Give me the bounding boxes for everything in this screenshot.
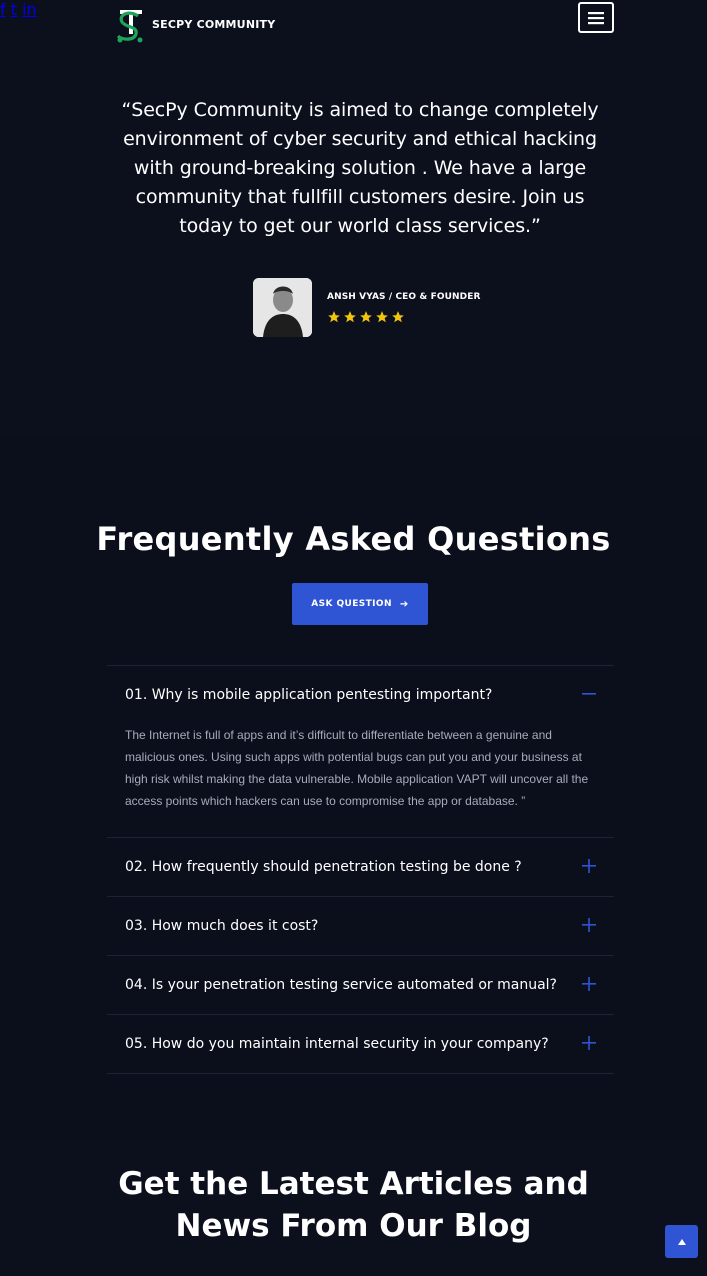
menu-button[interactable] [578, 2, 614, 33]
faq-title: Frequently Asked Questions [96, 520, 611, 558]
faq-question-text: 01. Why is mobile application pentesting… [125, 687, 493, 703]
faq-item: 05. How do you maintain internal securit… [107, 1015, 614, 1074]
blog-title: Get the Latest Articles and News From Ou… [0, 1163, 707, 1247]
blog-title-line2: News From Our Blog [175, 1208, 532, 1244]
logo-icon [116, 10, 143, 43]
plus-icon[interactable] [582, 977, 596, 991]
star-icon [376, 311, 388, 323]
testimonial-author: ANSH VYAS / CEO & FOUNDER [253, 278, 480, 337]
faq-question[interactable]: 01. Why is mobile application pentesting… [107, 666, 614, 724]
ask-question-button[interactable]: ASK QUESTION ➔ [292, 583, 428, 625]
faq-list: 01. Why is mobile application pentesting… [107, 665, 614, 1074]
arrow-right-icon: ➔ [399, 598, 409, 610]
faq-question[interactable]: 05. How do you maintain internal securit… [107, 1015, 614, 1073]
back-to-top-button[interactable] [665, 1225, 698, 1258]
faq-question-text: 03. How much does it cost? [125, 918, 319, 934]
hamburger-icon [588, 11, 604, 24]
arrow-up-icon [677, 1238, 686, 1245]
faq-question-text: 04. Is your penetration testing service … [125, 977, 557, 993]
rating-stars [327, 310, 480, 324]
star-icon [360, 311, 372, 323]
twitter-icon[interactable]: t [11, 0, 17, 19]
faq-item: 01. Why is mobile application pentesting… [107, 666, 614, 838]
plus-icon[interactable] [582, 1036, 596, 1050]
star-icon [344, 311, 356, 323]
blog-title-line1: Get the Latest Articles and [118, 1166, 589, 1202]
faq-item: 02. How frequently should penetration te… [107, 838, 614, 897]
faq-question-text: 05. How do you maintain internal securit… [125, 1036, 549, 1052]
star-icon [392, 311, 404, 323]
faq-question-text: 02. How frequently should penetration te… [125, 859, 522, 875]
faq-question[interactable]: 04. Is your penetration testing service … [107, 956, 614, 1014]
star-icon [328, 311, 340, 323]
logo-text: SECPY COMMUNITY [152, 17, 276, 31]
faq-item: 04. Is your penetration testing service … [107, 956, 614, 1015]
plus-icon[interactable] [582, 859, 596, 873]
facebook-icon[interactable]: f [0, 0, 6, 19]
author-name: ANSH VYAS / CEO & FOUNDER [327, 292, 481, 302]
site-header: SECPY COMMUNITY f t in [0, 0, 707, 50]
author-photo [253, 278, 312, 337]
logo[interactable]: SECPY COMMUNITY [112, 4, 275, 44]
testimonial-quote: “SecPy Community is aimed to change comp… [121, 99, 599, 237]
minus-icon[interactable] [582, 687, 596, 701]
plus-icon[interactable] [582, 918, 596, 932]
faq-item: 03. How much does it cost? [107, 897, 614, 956]
ask-question-label: ASK QUESTION [311, 599, 392, 609]
faq-question[interactable]: 02. How frequently should penetration te… [107, 838, 614, 896]
avatar [253, 278, 312, 337]
linkedin-icon[interactable]: in [22, 0, 37, 19]
faq-answer: The Internet is full of apps and it’s di… [125, 728, 589, 808]
faq-question[interactable]: 03. How much does it cost? [107, 897, 614, 955]
